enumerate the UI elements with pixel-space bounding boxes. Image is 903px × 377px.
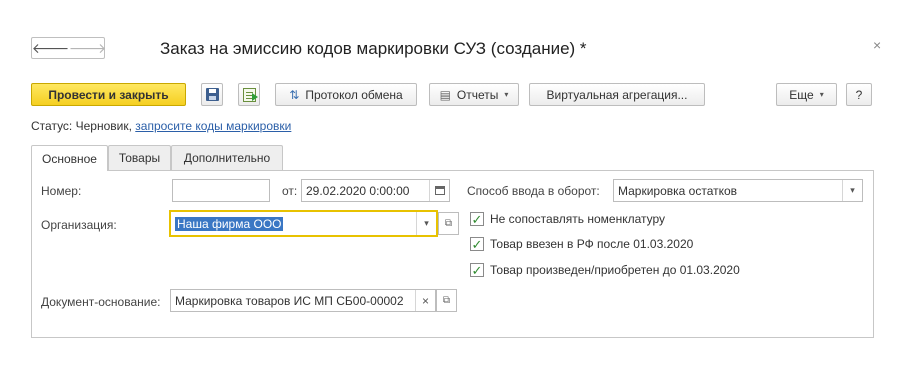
post-document-icon — [242, 87, 258, 102]
checkbox-label: Не сопоставлять номенклатуру — [490, 212, 666, 226]
chevron-down-icon: ▾ — [504, 90, 509, 99]
organization-field[interactable]: Наша фирма ООО ▾ — [169, 210, 438, 237]
reports-label: Отчеты — [456, 87, 499, 102]
back-arrow-icon[interactable]: 🡐 — [32, 38, 70, 58]
status-value: Черновик, — [75, 119, 132, 133]
basis-document-open-button[interactable]: ⧉ — [436, 289, 457, 312]
checkbox-produced-before[interactable]: ✓ Товар произведен/приобретен до 01.03.2… — [470, 263, 740, 277]
window-title: Заказ на эмиссию кодов маркировки СУЗ (с… — [160, 39, 587, 58]
basis-document-field[interactable]: Маркировка товаров ИС МП СБ00-00002 × — [170, 289, 436, 312]
exchange-icon: ⇅ — [289, 87, 300, 102]
help-button[interactable]: ? — [846, 83, 872, 106]
tab-additional[interactable]: Дополнительно — [171, 145, 283, 170]
checkbox-label: Товар ввезен в РФ после 01.03.2020 — [490, 237, 694, 251]
tab-main[interactable]: Основное — [31, 145, 108, 171]
status-prefix: Статус: — [31, 119, 73, 133]
circulation-method-select[interactable]: Маркировка остатков ▾ — [613, 179, 863, 202]
basis-document-value: Маркировка товаров ИС МП СБ00-00002 — [175, 293, 404, 308]
reports-button[interactable]: ▤ Отчеты ▾ — [429, 83, 519, 106]
close-icon[interactable]: × — [873, 37, 881, 53]
virtual-aggregation-button[interactable]: Виртуальная агрегация... — [529, 83, 705, 106]
date-label: от: — [282, 184, 298, 198]
circulation-method-value: Маркировка остатков — [618, 183, 738, 198]
request-codes-link[interactable]: запросите коды маркировки — [135, 119, 291, 133]
checkbox-imported-after[interactable]: ✓ Товар ввезен в РФ после 01.03.2020 — [470, 237, 693, 251]
reports-icon: ▤ — [439, 87, 451, 102]
checkbox-icon[interactable]: ✓ — [470, 237, 484, 251]
close-icon: × — [421, 293, 429, 308]
post-and-close-button[interactable]: Провести и закрыть — [31, 83, 186, 106]
clear-button[interactable]: × — [415, 290, 435, 311]
number-label: Номер: — [41, 184, 82, 198]
exchange-log-button[interactable]: ⇅ Протокол обмена — [275, 83, 417, 106]
forward-arrow-icon[interactable]: 🡒 — [69, 38, 107, 58]
organization-value: Наша фирма ООО — [175, 216, 284, 231]
calendar-icon — [434, 186, 445, 195]
chevron-down-icon: ▾ — [424, 218, 429, 228]
date-value: 29.02.2020 0:00:00 — [306, 183, 410, 198]
post-button[interactable] — [238, 83, 260, 106]
checkbox-label: Товар произведен/приобретен до 01.03.202… — [490, 263, 740, 277]
checkbox-no-match-nomenclature[interactable]: ✓ Не сопоставлять номенклатуру — [470, 212, 665, 226]
organization-open-button[interactable]: ⧉ — [438, 212, 459, 235]
chevron-down-icon: ▾ — [850, 185, 855, 195]
more-button[interactable]: Еще ▾ — [776, 83, 837, 106]
circulation-dropdown-button[interactable]: ▾ — [842, 180, 862, 201]
calendar-button[interactable] — [429, 180, 449, 201]
more-label: Еще — [789, 87, 814, 102]
save-icon — [205, 88, 219, 101]
date-field[interactable]: 29.02.2020 0:00:00 — [301, 179, 450, 202]
open-form-icon: ⧉ — [442, 295, 451, 306]
exchange-log-label: Протокол обмена — [305, 87, 403, 102]
organization-dropdown-button[interactable]: ▾ — [416, 212, 436, 235]
navigation-buttons: 🡐 🡒 — [31, 37, 107, 59]
number-field[interactable] — [172, 179, 270, 202]
basis-document-label: Документ-основание: — [41, 295, 161, 309]
status-line: Статус: Черновик, запросите коды маркиро… — [31, 119, 291, 133]
open-form-icon: ⧉ — [444, 218, 453, 229]
organization-label: Организация: — [41, 218, 117, 232]
circulation-method-label: Способ ввода в оборот: — [467, 184, 600, 198]
save-button[interactable] — [201, 83, 223, 106]
checkbox-icon[interactable]: ✓ — [470, 212, 484, 226]
checkbox-icon[interactable]: ✓ — [470, 263, 484, 277]
chevron-down-icon: ▾ — [819, 90, 824, 99]
tab-goods[interactable]: Товары — [108, 145, 171, 170]
